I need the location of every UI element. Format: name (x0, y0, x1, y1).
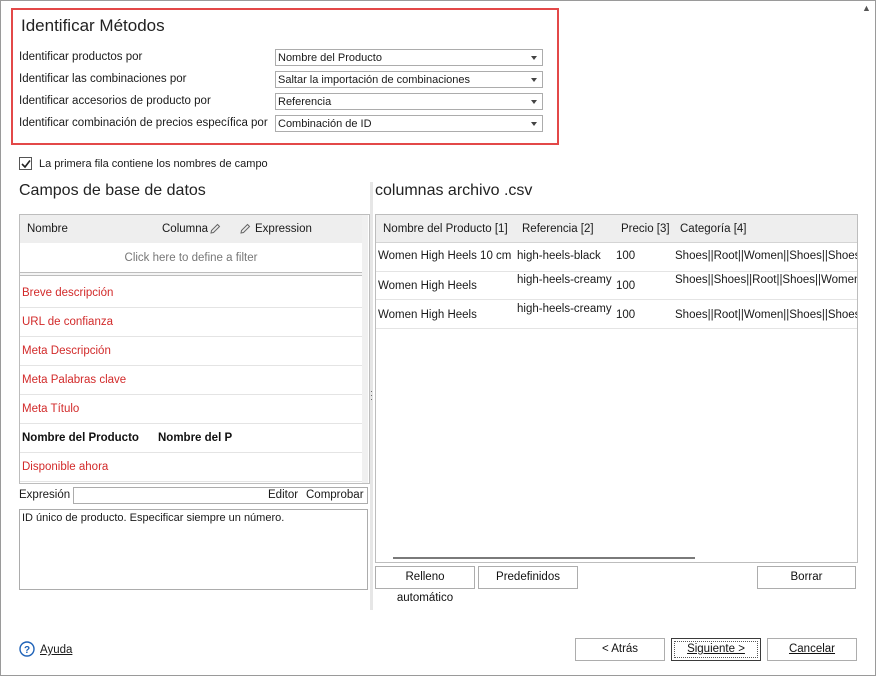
field-name: Meta Palabras clave (22, 374, 127, 386)
first-row-headers-label[interactable]: La primera fila contiene los nombres de … (39, 158, 268, 170)
field-name: Breve descripción (22, 287, 114, 299)
next-button[interactable]: Siguiente > (671, 638, 761, 661)
db-fields-header: Nombre Columna Expression (20, 215, 362, 243)
focus-outline (674, 641, 758, 658)
scroll-up-icon[interactable]: ▲ (862, 3, 871, 13)
identify-products-combo[interactable]: Nombre del Producto (275, 49, 543, 66)
first-row-headers-checkbox[interactable] (19, 157, 32, 170)
identify-accessories-combo[interactable]: Referencia (275, 93, 543, 110)
chevron-down-icon (531, 122, 537, 126)
help-circle-icon[interactable]: ? (19, 641, 35, 657)
csv-header-cell[interactable]: Referencia [2] (522, 223, 594, 235)
chevron-down-icon (531, 78, 537, 82)
table-row[interactable]: Meta Descripción (20, 336, 362, 366)
back-button[interactable]: < Atrás (575, 638, 665, 661)
column-header-name[interactable]: Nombre (27, 223, 68, 235)
csv-cell: high-heels-creamy (517, 303, 612, 315)
db-fields-title: Campos de base de datos (19, 182, 206, 199)
csv-row[interactable]: Women High Heels high-heels-creamy 100 S… (376, 300, 857, 329)
auto-fill-button[interactable]: Relleno automático (375, 566, 475, 604)
checkmark-icon (21, 160, 31, 169)
csv-cell: 100 (616, 250, 636, 262)
table-row[interactable]: Breve descripción (20, 278, 362, 308)
csv-cell: Women High Heels (378, 280, 477, 292)
chevron-down-icon (531, 56, 537, 60)
field-column: Nombre del P (158, 432, 233, 444)
field-name: URL de confianza (22, 316, 113, 328)
expression-label: Expresión (19, 489, 71, 501)
csv-columns-grid: Nombre del Producto [1] Referencia [2] P… (375, 214, 858, 563)
csv-row[interactable]: Women High Heels high-heels-creamy 100 S… (376, 271, 857, 300)
csv-cell: Shoes||Shoes||Root||Shoes||Women (675, 274, 858, 286)
field-description: ID único de producto. Especificar siempr… (19, 509, 368, 590)
check-button[interactable]: Comprobar (306, 489, 364, 501)
csv-grid-scrollbar[interactable] (393, 557, 695, 559)
db-fields-grid: Nombre Columna Expression Click here to … (19, 214, 370, 484)
pencil-icon[interactable] (210, 223, 221, 234)
csv-header: Nombre del Producto [1] Referencia [2] P… (376, 215, 857, 243)
identify-products-label: Identificar productos por (19, 51, 143, 63)
identify-accessories-label: Identificar accesorios de producto por (19, 95, 211, 107)
presets-button[interactable]: Predefinidos (478, 566, 578, 589)
field-name: Disponible ahora (22, 461, 109, 473)
chevron-down-icon (531, 100, 537, 104)
csv-header-cell[interactable]: Categoría [4] (680, 223, 746, 235)
field-name: Meta Descripción (22, 345, 111, 357)
csv-cell: 100 (616, 309, 636, 321)
table-row[interactable]: Nombre del Producto Nombre del P (20, 423, 362, 453)
csv-cell: Shoes||Root||Women||Shoes||Shoes (675, 250, 858, 262)
splitter-grip-icon[interactable]: · · · (370, 387, 373, 404)
identify-price-combination-value: Combinación de ID (278, 118, 372, 130)
cancel-button[interactable]: Cancelar (767, 638, 857, 661)
table-row[interactable]: Meta Título (20, 394, 362, 424)
clear-button[interactable]: Borrar (757, 566, 856, 589)
csv-row[interactable]: Women High Heels 10 cm high-heels-black … (376, 243, 857, 272)
identify-combinations-combo[interactable]: Saltar la importación de combinaciones (275, 71, 543, 88)
filter-row[interactable]: Click here to define a filter (20, 245, 362, 271)
help-link[interactable]: Ayuda (40, 644, 72, 656)
column-header-expression[interactable]: Expression (255, 223, 312, 235)
db-grid-scrollbar[interactable] (362, 215, 368, 483)
table-row[interactable]: Meta Palabras clave (20, 365, 362, 395)
svg-text:?: ? (24, 645, 30, 656)
header-divider (20, 272, 362, 276)
identify-price-combination-combo[interactable]: Combinación de ID (275, 115, 543, 132)
editor-button[interactable]: Editor (268, 489, 298, 501)
csv-cell: Shoes||Root||Women||Shoes||Shoes (675, 309, 858, 321)
csv-cell: 100 (616, 280, 636, 292)
column-header-column[interactable]: Columna (162, 223, 208, 235)
identify-methods-title: Identificar Métodos (21, 16, 165, 35)
csv-header-cell[interactable]: Nombre del Producto [1] (383, 223, 508, 235)
csv-cell: high-heels-black (517, 250, 601, 262)
identify-price-combination-label: Identificar combinación de precios espec… (19, 117, 268, 129)
table-row[interactable]: URL de confianza (20, 307, 362, 337)
identify-accessories-value: Referencia (278, 96, 332, 108)
csv-cell: Women High Heels 10 cm (378, 250, 512, 262)
csv-columns-title: columnas archivo .csv (375, 182, 533, 199)
csv-cell: high-heels-creamy (517, 274, 612, 286)
field-name: Meta Título (22, 403, 80, 415)
csv-cell: Women High Heels (378, 309, 477, 321)
identify-combinations-label: Identificar las combinaciones por (19, 73, 187, 85)
table-row[interactable]: Disponible ahora (20, 452, 362, 482)
identify-combinations-value: Saltar la importación de combinaciones (278, 74, 470, 86)
csv-header-cell[interactable]: Precio [3] (621, 223, 670, 235)
identify-products-value: Nombre del Producto (278, 52, 382, 64)
field-name: Nombre del Producto (22, 432, 139, 444)
pencil-icon[interactable] (240, 223, 251, 234)
cancel-button-label: Cancelar (788, 643, 836, 655)
identify-methods-group: Identificar Métodos Identificar producto… (11, 8, 559, 145)
